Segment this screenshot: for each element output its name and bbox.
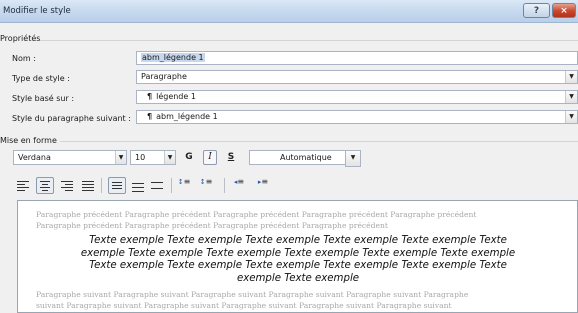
font-name-value: Verdana [18, 153, 51, 162]
font-color-value: Automatique [280, 153, 332, 162]
style-preview: Paragraphe précédent Paragraphe précéden… [17, 200, 578, 313]
close-icon: × [560, 6, 568, 16]
help-icon: ? [533, 6, 540, 16]
font-name-select[interactable]: Verdana ▼ [13, 150, 127, 165]
based-on-select[interactable]: ¶ légende 1 ▼ [136, 90, 578, 104]
toolbar-separator [224, 178, 225, 193]
space-after-icon[interactable]: ↕≡ [199, 178, 213, 187]
window-title: Modifier le style [3, 6, 71, 16]
close-button[interactable]: × [552, 3, 576, 18]
style-type-value: Paragraphe [141, 72, 187, 81]
align-left-icon[interactable] [17, 181, 29, 192]
help-button[interactable]: ? [523, 3, 550, 18]
style-type-select[interactable]: Paragraphe ▼ [136, 70, 578, 84]
one-half-spacing-icon[interactable] [132, 181, 144, 192]
chevron-down-icon[interactable]: ▼ [345, 150, 361, 167]
single-spacing-button[interactable] [108, 177, 126, 194]
font-size-value: 10 [135, 153, 146, 162]
based-on-value: légende 1 [156, 92, 196, 101]
double-spacing-icon[interactable] [151, 181, 163, 192]
sample-text: Texte exemple Texte exemple Texte exempl… [89, 260, 507, 272]
next-style-value: abm_légende 1 [156, 112, 218, 121]
following-paragraph-text: Paragraphe suivant Paragraphe suivant Pa… [36, 290, 469, 299]
font-size-select[interactable]: 10 ▼ [130, 150, 176, 165]
increase-indent-icon[interactable]: ▸≡ [256, 178, 270, 187]
following-paragraph-text: suivant Paragraphe suivant Paragraphe su… [36, 301, 452, 310]
justify-icon[interactable] [82, 181, 94, 192]
previous-paragraph-text: Paragraphe précédent Paragraphe précéden… [36, 210, 477, 219]
properties-section-label: Propriétés [0, 34, 41, 43]
font-color-dropdown[interactable]: ▼ [345, 150, 361, 167]
align-right-icon[interactable] [61, 181, 73, 192]
paragraph-style-icon: ¶ [147, 92, 153, 101]
align-center-button[interactable] [36, 177, 54, 194]
properties-divider [40, 40, 578, 41]
sample-text: exemple Texte exemple [236, 272, 360, 284]
name-label: Nom : [12, 54, 36, 63]
space-before-icon[interactable]: ↕≡ [177, 178, 191, 187]
chevron-down-icon[interactable]: ▼ [164, 151, 175, 164]
decrease-indent-icon[interactable]: ◂≡ [232, 178, 246, 187]
chevron-down-icon[interactable]: ▼ [565, 91, 577, 103]
chevron-down-icon[interactable]: ▼ [565, 111, 577, 123]
name-value: abm_légende 1 [141, 53, 205, 62]
chevron-down-icon[interactable]: ▼ [565, 71, 577, 83]
italic-button[interactable]: I [203, 150, 217, 165]
sample-text: exemple Texte exemple Texte exemple Text… [80, 247, 516, 259]
chevron-down-icon[interactable]: ▼ [115, 151, 126, 164]
title-bar: Modifier le style ? × [0, 0, 578, 23]
bold-button[interactable]: G [183, 150, 195, 165]
next-style-select[interactable]: ¶ abm_légende 1 ▼ [136, 110, 578, 124]
underline-button[interactable]: S [225, 150, 237, 165]
next-style-label: Style du paragraphe suivant : [12, 114, 131, 123]
previous-paragraph-text: Paragraphe précédent Paragraphe précéden… [36, 221, 388, 230]
style-type-label: Type de style : [12, 74, 70, 83]
paragraph-style-icon: ¶ [147, 112, 153, 121]
toolbar-separator [101, 178, 102, 193]
toolbar-separator [171, 178, 172, 193]
formatting-section-label: Mise en forme [0, 136, 57, 145]
formatting-divider [60, 141, 578, 142]
based-on-label: Style basé sur : [12, 94, 75, 103]
name-input[interactable]: abm_légende 1 [136, 51, 578, 65]
sample-text: Texte exemple Texte exemple Texte exempl… [89, 235, 507, 246]
